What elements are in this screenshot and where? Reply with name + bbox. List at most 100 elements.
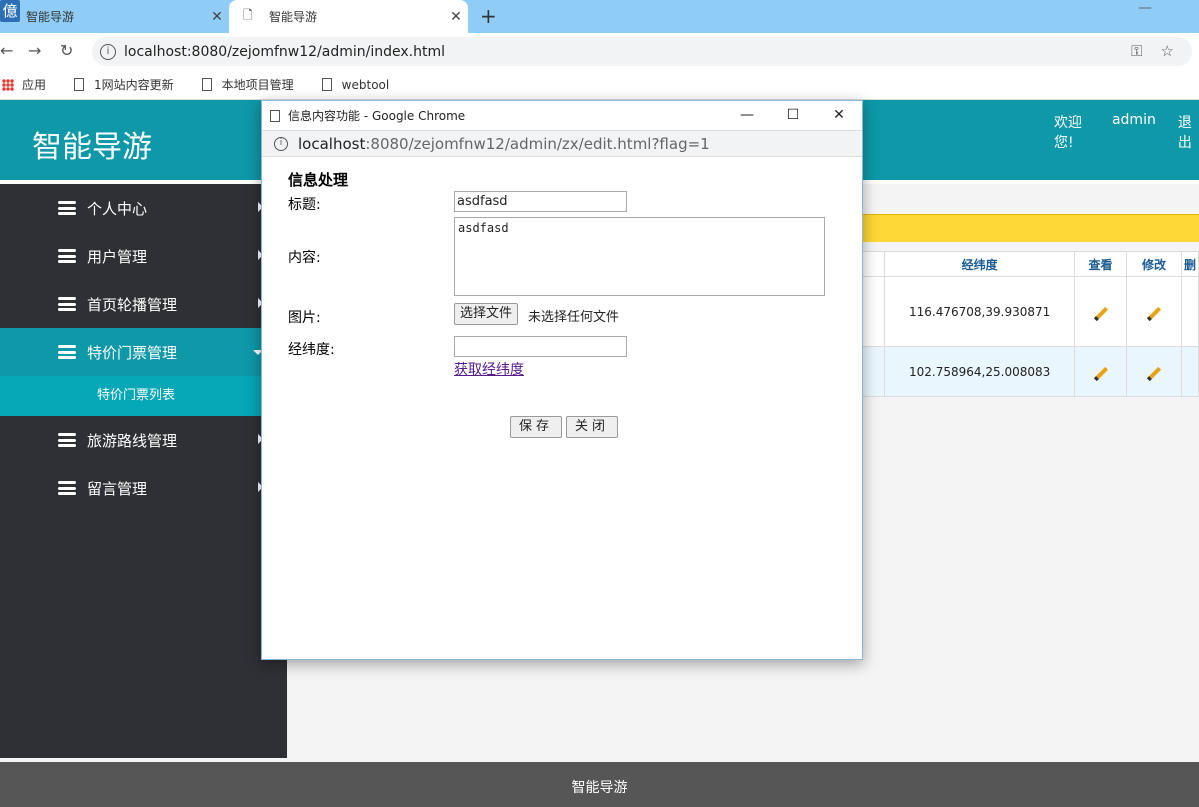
minimize-icon[interactable]: — xyxy=(1138,0,1152,16)
content-row: 内容: asdfasd xyxy=(288,217,848,303)
bookmark-label: 1网站内容更新 xyxy=(94,78,174,92)
sidebar-item-route-management[interactable]: 旅游路线管理 xyxy=(0,416,287,464)
page-icon xyxy=(321,78,332,91)
edit-popup-window: 信息内容功能 - Google Chrome — ☐ ✕ i localhost… xyxy=(261,100,863,660)
info-icon[interactable]: i xyxy=(274,136,288,151)
page-icon xyxy=(74,78,85,91)
sidebar-item-label: 旅游路线管理 xyxy=(87,431,178,450)
sidebar-item-carousel-management[interactable]: 首页轮播管理 xyxy=(0,280,287,328)
delete-action[interactable] xyxy=(1180,276,1199,347)
view-action[interactable] xyxy=(1074,346,1128,397)
sidebar-item-ticket-management[interactable]: 特价门票管理 xyxy=(0,328,287,376)
bookmark-item[interactable]: 1网站内容更新 xyxy=(64,76,174,93)
layers-icon xyxy=(58,433,76,447)
logout-link[interactable]: 退出 xyxy=(1178,112,1199,152)
bookmark-item[interactable]: 本地项目管理 xyxy=(192,76,294,93)
popup-titlebar[interactable]: 信息内容功能 - Google Chrome — ☐ ✕ xyxy=(262,101,862,130)
latlng-cell: 116.476708,39.930871 xyxy=(884,276,1076,347)
column-header-latlng: 经纬度 xyxy=(884,251,1076,277)
key-icon[interactable]: ⚿ xyxy=(1131,42,1142,60)
latlng-input[interactable] xyxy=(454,336,627,357)
browser-tab-1[interactable]: 智能导游 ✕ xyxy=(0,0,229,33)
column-header-edit: 修改 xyxy=(1126,251,1182,277)
address-bar[interactable]: i localhost:8080/zejomfnw12/admin/index.… xyxy=(92,37,1192,66)
forward-icon[interactable]: → xyxy=(28,41,41,60)
edit-action[interactable] xyxy=(1126,276,1182,347)
layers-icon xyxy=(58,481,76,495)
title-input[interactable]: asdfasd xyxy=(454,191,627,212)
browser-toolbar: ← → ↻ i localhost:8080/zejomfnw12/admin/… xyxy=(0,33,1199,70)
bookmark-label: 本地项目管理 xyxy=(221,78,294,92)
bookmarks-bar: 应用 1网站内容更新 本地项目管理 webtool xyxy=(0,70,1199,100)
minimize-icon[interactable]: — xyxy=(724,101,770,130)
sidebar-item-label: 个人中心 xyxy=(87,199,148,218)
back-icon[interactable]: ← xyxy=(0,41,13,60)
close-icon[interactable]: ✕ xyxy=(816,101,862,130)
choose-file-button[interactable]: 选择文件 xyxy=(454,303,519,325)
pencil-icon[interactable] xyxy=(1093,306,1108,321)
tab-title: 智能导游 xyxy=(26,10,75,24)
page-icon xyxy=(201,78,212,91)
column-header-delete: 删 xyxy=(1180,251,1199,277)
url-text: localhost:8080/zejomfnw12/admin/index.ht… xyxy=(124,43,445,60)
title-row: 标题: asdfasd xyxy=(288,191,848,217)
sidebar-item-label: 用户管理 xyxy=(87,247,148,266)
delete-action[interactable] xyxy=(1180,346,1199,397)
page-icon xyxy=(270,109,280,122)
browser-tab-2[interactable]: 🗋 智能导游 ✕ xyxy=(229,0,468,33)
layers-icon xyxy=(58,249,76,263)
pencil-icon[interactable] xyxy=(1146,306,1162,321)
pencil-icon[interactable] xyxy=(1093,366,1108,381)
info-icon[interactable]: i xyxy=(100,43,116,60)
view-action[interactable] xyxy=(1074,276,1128,347)
get-latlng-link[interactable]: 获取经纬度 xyxy=(454,359,524,379)
popup-window-title: 信息内容功能 - Google Chrome xyxy=(288,109,466,123)
button-row: 保存 关闭 xyxy=(288,416,848,442)
image-label: 图片: xyxy=(288,310,321,326)
app-logo-icon: 億 xyxy=(0,0,20,22)
layers-icon xyxy=(58,297,76,311)
apps-grid-icon xyxy=(2,78,14,91)
latlng-row: 经纬度: 获取经纬度 xyxy=(288,336,848,416)
sidebar-item-personal-center[interactable]: 个人中心 xyxy=(0,184,287,232)
edit-action[interactable] xyxy=(1126,346,1182,397)
edit-form: 信息处理 标题: asdfasd 内容: asdfasd 图片: 选择文件 未选… xyxy=(288,169,848,442)
welcome-text: 欢迎您! xyxy=(1054,115,1082,151)
new-tab-icon[interactable]: + xyxy=(480,4,497,28)
bookmark-label: webtool xyxy=(341,77,390,92)
sidebar: 个人中心 用户管理 首页轮播管理 特价门票管理 特价门票列表 旅游路线管理 留言… xyxy=(0,184,287,758)
close-icon[interactable]: ✕ xyxy=(205,9,229,25)
content-textarea[interactable]: asdfasd xyxy=(454,217,825,296)
reload-icon[interactable]: ↻ xyxy=(60,41,73,60)
sidebar-item-user-management[interactable]: 用户管理 xyxy=(0,232,287,280)
form-heading: 信息处理 xyxy=(288,171,349,189)
layers-icon xyxy=(58,201,76,215)
app-title: 智能导游 xyxy=(32,130,152,165)
bookmark-apps[interactable]: 应用 xyxy=(0,76,46,93)
save-button[interactable]: 保存 xyxy=(510,416,563,438)
sidebar-item-label: 特价门票管理 xyxy=(87,343,178,362)
close-icon[interactable]: ✕ xyxy=(444,9,468,25)
page-icon: 🗋 xyxy=(243,8,253,22)
sidebar-item-label: 留言管理 xyxy=(87,479,148,498)
browser-tabstrip: 智能导游 ✕ 億 🗋 智能导游 ✕ + — xyxy=(0,0,1199,33)
tab-title: 智能导游 xyxy=(269,10,318,24)
title-label: 标题: xyxy=(288,197,321,213)
sidebar-item-message-management[interactable]: 留言管理 xyxy=(0,464,287,512)
header-user-area: 欢迎您! admin 退出 xyxy=(1054,112,1199,152)
star-icon[interactable]: ☆ xyxy=(1161,42,1174,60)
popup-address-bar: i localhost:8080/zejomfnw12/admin/zx/edi… xyxy=(262,130,862,157)
layers-icon xyxy=(58,345,76,359)
url-host: localhost xyxy=(298,134,366,153)
column-header-view: 查看 xyxy=(1074,251,1128,277)
maximize-icon[interactable]: ☐ xyxy=(770,101,816,130)
file-status-text: 未选择任何文件 xyxy=(528,310,620,325)
pencil-icon[interactable] xyxy=(1146,366,1162,381)
bookmark-label: 应用 xyxy=(22,78,47,92)
close-button[interactable]: 关闭 xyxy=(566,416,619,438)
username-link[interactable]: admin xyxy=(1112,112,1156,152)
sidebar-subitem-ticket-list[interactable]: 特价门票列表 xyxy=(0,376,287,416)
latlng-cell: 102.758964,25.008083 xyxy=(884,346,1076,397)
image-row: 图片: 选择文件 未选择任何文件 xyxy=(288,303,848,336)
bookmark-item[interactable]: webtool xyxy=(312,77,390,92)
